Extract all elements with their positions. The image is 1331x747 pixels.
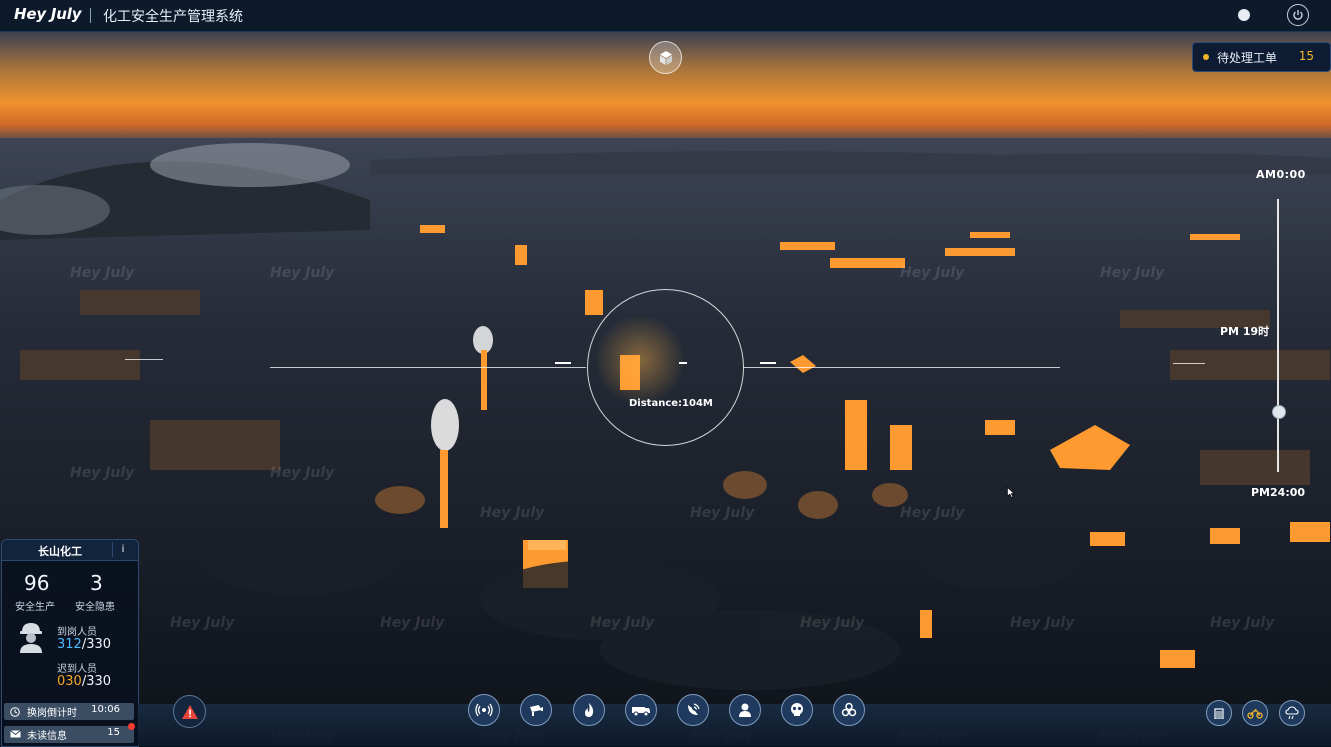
power-button[interactable] xyxy=(1287,4,1309,26)
power-icon xyxy=(1293,10,1303,20)
time-slider-handle[interactable] xyxy=(1272,404,1286,419)
late-value: 030/330 xyxy=(57,674,111,689)
time-end-label: PM24:00 xyxy=(1251,486,1306,499)
top-bar: Hey July 化工安全生产管理系统 xyxy=(0,0,1331,32)
pending-work-orders[interactable]: 待处理工单 15 xyxy=(1192,42,1331,72)
building-icon xyxy=(1214,708,1224,719)
app-title: 化工安全生产管理系统 xyxy=(103,9,243,25)
biohazard-icon xyxy=(841,702,857,717)
mail-icon xyxy=(10,730,21,738)
weather-button[interactable] xyxy=(1279,700,1305,726)
building-button[interactable] xyxy=(1206,700,1232,726)
broadcast-icon xyxy=(475,703,493,717)
distance-readout: Distance:104M xyxy=(629,398,713,409)
mouse-cursor xyxy=(1007,487,1015,498)
gas-detector-icon xyxy=(688,703,700,715)
safe-production-label: 安全生产 xyxy=(15,602,55,613)
target-reticle xyxy=(587,289,744,446)
on-duty-value: 312/330 xyxy=(57,637,111,652)
on-duty-label: 到岗人员 xyxy=(57,627,97,638)
safety-hazards-label: 安全隐患 xyxy=(75,602,115,613)
panel-header: 长山化工 i xyxy=(2,540,138,561)
toxic-button[interactable] xyxy=(781,694,813,726)
fire-button[interactable] xyxy=(573,694,605,726)
info-button[interactable]: i xyxy=(112,542,133,557)
broadcast-button[interactable] xyxy=(468,694,500,726)
pending-label: 待处理工单 xyxy=(1217,51,1278,65)
3d-view-button[interactable] xyxy=(649,41,682,74)
site-name: 长山化工 xyxy=(38,545,82,558)
camera-button[interactable] xyxy=(520,694,552,726)
cloud-rain-icon xyxy=(1285,706,1299,720)
reticle-tick xyxy=(555,362,571,364)
camera-icon xyxy=(530,705,543,716)
notification-dot xyxy=(128,723,135,730)
on-duty-count: 312 xyxy=(57,637,82,652)
motorbike-button[interactable] xyxy=(1242,700,1268,726)
gas-detector-button[interactable] xyxy=(677,694,709,726)
reticle-tick-far-left xyxy=(125,359,163,360)
reticle-line-left xyxy=(270,367,586,368)
person-icon xyxy=(739,703,751,717)
mode-toggle[interactable] xyxy=(1238,9,1250,21)
pending-count: 15 xyxy=(1298,49,1314,63)
brand-logo: Hey July xyxy=(14,5,82,23)
cube-icon xyxy=(659,50,672,65)
clock-icon xyxy=(10,707,20,717)
reticle-tick-far-right xyxy=(1173,363,1205,364)
late-total: /330 xyxy=(81,674,112,689)
shift-countdown-label: 换岗倒计时 xyxy=(27,708,77,719)
time-slider-track[interactable] xyxy=(1277,199,1279,472)
worker-icon xyxy=(20,623,42,653)
warning-icon xyxy=(181,704,198,719)
safe-production-value: 96 xyxy=(24,571,50,595)
time-current-label: PM 19时 xyxy=(1220,325,1270,338)
personnel-button[interactable] xyxy=(729,694,761,726)
motorbike-icon xyxy=(1247,708,1263,719)
status-dot xyxy=(1203,54,1209,60)
fire-icon xyxy=(585,703,594,717)
biohazard-button[interactable] xyxy=(833,694,865,726)
reticle-line-right xyxy=(743,367,1060,368)
on-duty-total: /330 xyxy=(81,637,112,652)
title-divider xyxy=(90,8,91,23)
reticle-tick xyxy=(760,362,776,364)
safety-hazards-value: 3 xyxy=(90,571,103,595)
unread-messages[interactable]: 未读信息 15 xyxy=(4,726,134,743)
late-label: 迟到人员 xyxy=(57,664,97,675)
time-start-label: AM0:00 xyxy=(1256,168,1306,181)
shift-countdown[interactable]: 换岗倒计时 10:06 xyxy=(4,703,134,720)
unread-messages-count: 15 xyxy=(107,727,120,738)
toxic-icon xyxy=(791,703,803,716)
unread-messages-label: 未读信息 xyxy=(27,731,67,742)
shift-countdown-value: 10:06 xyxy=(91,704,120,715)
alarm-button[interactable] xyxy=(173,695,206,728)
vehicle-button[interactable] xyxy=(625,694,657,726)
vehicle-icon xyxy=(632,707,650,717)
late-count: 030 xyxy=(57,674,82,689)
